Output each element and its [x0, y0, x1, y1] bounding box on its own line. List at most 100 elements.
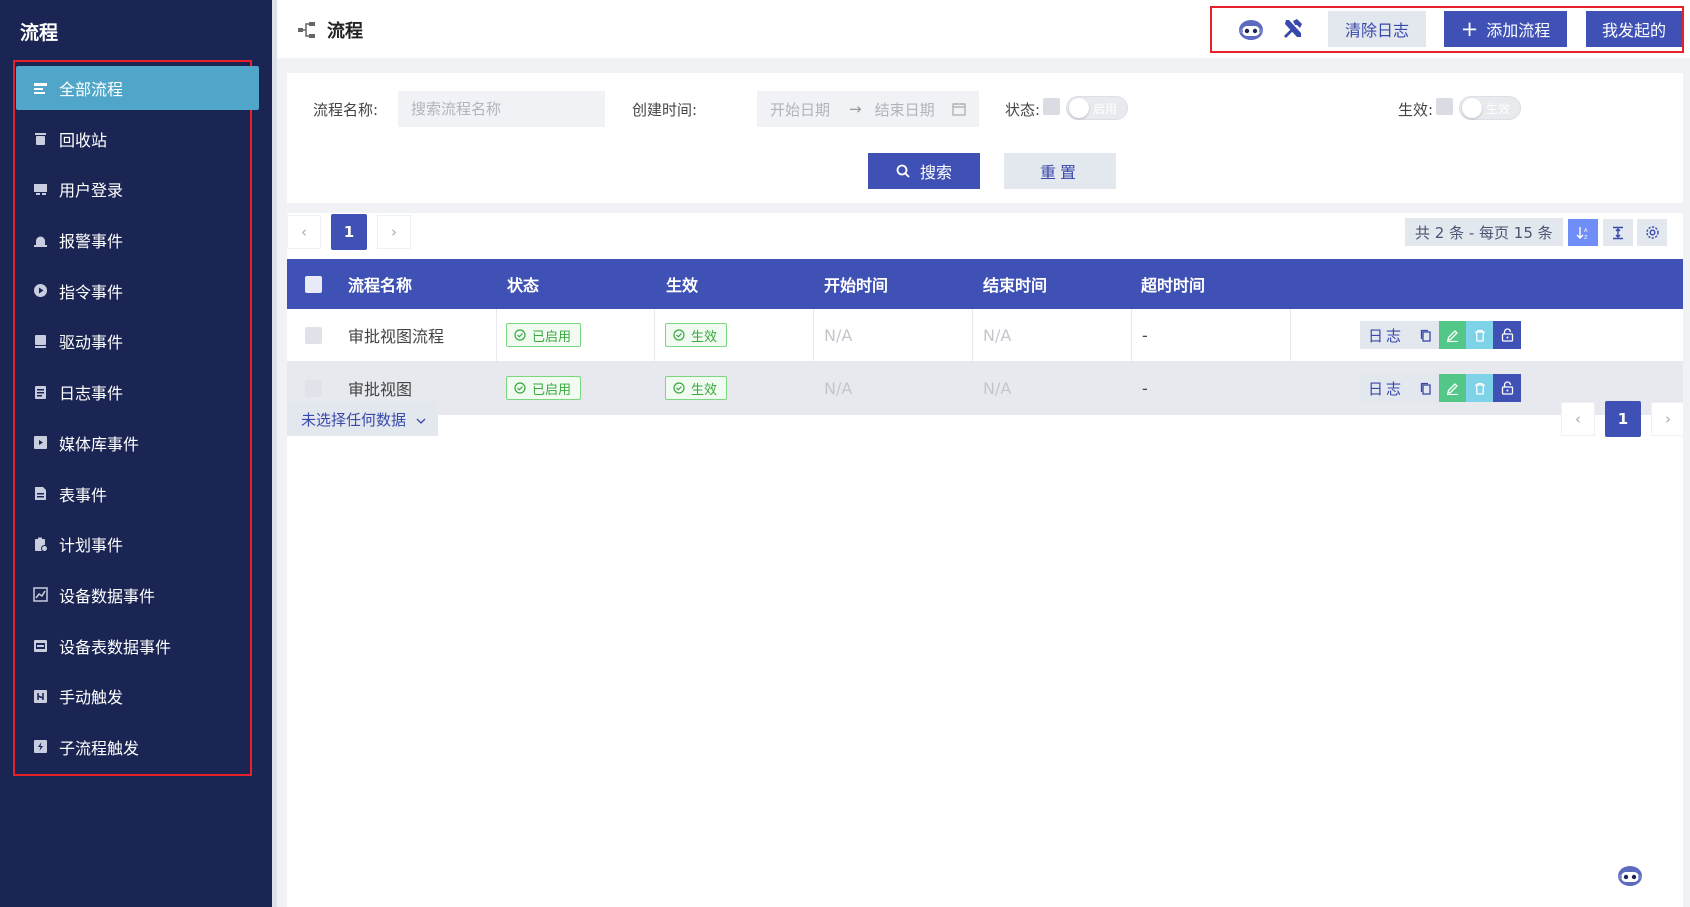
delete-icon[interactable]	[1466, 374, 1493, 402]
edit-icon[interactable]	[1439, 321, 1466, 349]
floating-robot-assistant-icon[interactable]	[1615, 860, 1645, 890]
status-filter-checkbox[interactable]	[1043, 98, 1060, 115]
sheet-icon	[33, 486, 48, 501]
col-header-timeout[interactable]: 超时时间	[1141, 272, 1205, 296]
page-title-group: 流程	[297, 17, 363, 43]
page-number-button[interactable]: 1	[331, 214, 367, 250]
col-header-start-time[interactable]: 开始时间	[824, 272, 888, 296]
sidebar-item-media-event[interactable]: 媒体库事件	[16, 421, 259, 465]
bulk-selection-dropdown[interactable]: 未选择任何数据	[287, 402, 438, 436]
start-date-input[interactable]: 开始日期	[770, 99, 830, 120]
column-height-icon[interactable]	[1603, 219, 1633, 246]
check-circle-icon	[514, 382, 526, 394]
page-number-button[interactable]: 1	[1605, 401, 1641, 437]
table-header: 流程名称 状态 生效 开始时间 结束时间 超时时间	[287, 259, 1683, 309]
copy-icon[interactable]	[1412, 374, 1439, 402]
add-flow-button[interactable]: + 添加流程	[1444, 11, 1567, 47]
sidebar-item-alarm-event[interactable]: 报警事件	[16, 218, 259, 262]
effect-filter-label: 生效:	[1398, 101, 1434, 119]
top-pagination: ‹ 1 ›	[287, 214, 411, 250]
sidebar-item-label: 全部流程	[59, 80, 124, 99]
unlock-icon[interactable]	[1493, 321, 1521, 349]
trash-icon	[33, 131, 48, 146]
row-log-button[interactable]: 日志	[1360, 374, 1412, 402]
end-date-input[interactable]: 结束日期	[875, 99, 935, 120]
sidebar-item-table-event[interactable]: 表事件	[16, 472, 259, 516]
sidebar-item-label: 驱动事件	[59, 333, 124, 353]
status-filter-label: 状态:	[1005, 101, 1041, 119]
drive-icon	[33, 334, 48, 349]
col-header-end-time[interactable]: 结束时间	[983, 272, 1047, 296]
effect-badge: 生效	[665, 323, 728, 347]
row-log-button[interactable]: 日志	[1360, 321, 1412, 349]
settings-gear-icon[interactable]	[1637, 219, 1667, 246]
column-divider	[1131, 362, 1132, 414]
reset-button[interactable]: 重置	[1004, 153, 1116, 189]
unlock-icon[interactable]	[1493, 374, 1521, 402]
table-row[interactable]: 审批视图流程 已启用 生效 N/A N/A - 日志	[287, 309, 1683, 362]
delete-icon[interactable]	[1466, 321, 1493, 349]
next-page-button[interactable]: ›	[1651, 402, 1685, 436]
effect-toggle-label: 生效	[1486, 102, 1511, 116]
sidebar-item-recycle-bin[interactable]: 回收站	[16, 117, 259, 161]
date-range-picker[interactable]: 开始日期 → 结束日期	[757, 91, 979, 127]
plan-icon	[33, 537, 48, 552]
effect-badge-label: 生效	[691, 382, 718, 398]
status-toggle[interactable]: 启用	[1066, 96, 1128, 120]
sidebar-item-user-login[interactable]: 用户登录	[16, 167, 259, 211]
next-page-button[interactable]: ›	[377, 215, 411, 249]
row-checkbox[interactable]	[305, 379, 322, 397]
record-count-summary: 共 2 条 - 每页 15 条	[1405, 218, 1563, 246]
calendar-icon	[952, 102, 966, 116]
column-divider	[972, 309, 973, 361]
alarm-icon	[33, 233, 48, 248]
effect-filter-checkbox[interactable]	[1436, 98, 1453, 115]
col-header-name[interactable]: 流程名称	[348, 272, 412, 296]
col-header-status[interactable]: 状态	[507, 272, 539, 296]
top-header: 流程 清除日志 + 添加流程 我发起的	[277, 0, 1690, 58]
table-row[interactable]: 审批视图 已启用 生效 N/A N/A - 日志	[287, 362, 1683, 415]
cell-end-time: N/A	[983, 325, 1012, 345]
cell-flow-name: 审批视图流程	[348, 327, 445, 346]
list-flow-icon	[33, 81, 48, 96]
sidebar-item-label: 子流程触发	[59, 738, 140, 758]
col-header-effect[interactable]: 生效	[666, 272, 698, 296]
sidebar-item-device-data-event[interactable]: 设备数据事件	[16, 573, 259, 617]
select-all-checkbox[interactable]	[305, 275, 322, 293]
sidebar-item-plan-event[interactable]: 计划事件	[16, 522, 259, 566]
column-divider	[654, 309, 655, 361]
robot-assistant-icon[interactable]	[1236, 14, 1266, 44]
sidebar-item-label: 设备表数据事件	[59, 637, 172, 657]
my-started-button[interactable]: 我发起的	[1586, 11, 1682, 47]
column-divider	[496, 309, 497, 361]
sidebar-item-command-event[interactable]: 指令事件	[16, 269, 259, 313]
prev-page-button[interactable]: ‹	[1561, 402, 1595, 436]
sidebar-item-all-flows[interactable]: 全部流程	[16, 66, 259, 110]
edit-icon[interactable]	[1439, 374, 1466, 402]
sort-toggle-icon[interactable]: AZ	[1568, 219, 1598, 246]
search-button[interactable]: 搜索	[868, 153, 980, 189]
media-icon	[33, 435, 48, 450]
sidebar-title: 流程	[20, 22, 59, 44]
chart-icon	[33, 587, 48, 603]
clear-log-button[interactable]: 清除日志	[1328, 11, 1426, 47]
sidebar-item-log-event[interactable]: 日志事件	[16, 370, 259, 414]
column-divider	[813, 309, 814, 361]
flow-name-search-input[interactable]	[398, 91, 605, 127]
sidebar-item-label: 日志事件	[59, 384, 124, 404]
column-divider	[813, 362, 814, 414]
sidebar-item-device-table-event[interactable]: 设备表数据事件	[16, 624, 259, 668]
tools-icon[interactable]	[1280, 16, 1306, 42]
effect-toggle[interactable]: 生效	[1459, 96, 1521, 120]
sidebar-item-label: 手动触发	[59, 688, 124, 708]
sidebar-item-manual-trigger[interactable]: 手动触发	[16, 674, 259, 718]
row-checkbox[interactable]	[305, 326, 322, 344]
effect-badge-label: 生效	[691, 329, 718, 345]
prev-page-button[interactable]: ‹	[287, 215, 321, 249]
check-circle-icon	[673, 329, 685, 341]
log-icon	[33, 385, 48, 400]
cell-start-time: N/A	[824, 378, 853, 398]
sidebar-item-subflow-trigger[interactable]: 子流程触发	[16, 725, 259, 769]
copy-icon[interactable]	[1412, 321, 1439, 349]
sidebar-item-driver-event[interactable]: 驱动事件	[16, 319, 259, 363]
